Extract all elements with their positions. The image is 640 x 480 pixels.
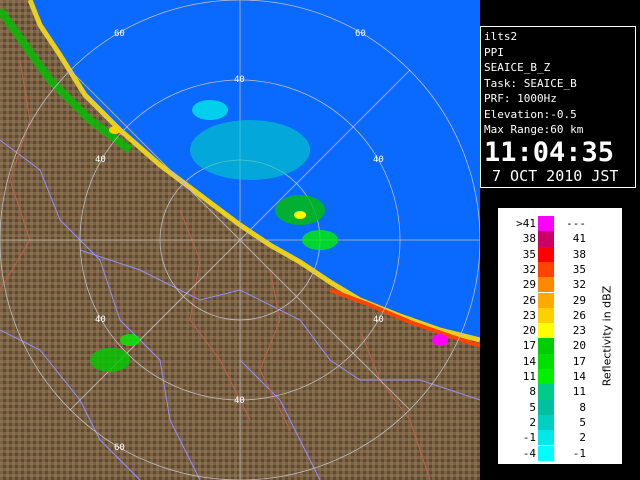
legend-row: 38 41	[498, 231, 622, 247]
legend-color-swatch	[538, 231, 554, 247]
legend-low-value: -1	[522, 431, 536, 445]
legend-high-value: 23	[572, 324, 586, 338]
legend-color-swatch	[538, 216, 554, 232]
legend-low-value: 2	[529, 415, 536, 429]
legend-high-value: 14	[572, 370, 586, 383]
legend-row: 32 35	[498, 261, 622, 278]
legend-high-value: 11	[572, 385, 586, 399]
legend-high-value: 2	[579, 431, 586, 445]
legend-high-value: 35	[572, 262, 586, 276]
legend-low-value: 8	[529, 385, 536, 399]
scan-info-panel: ilts2 PPI SEAICE_B_Z Task: SEAICE_B PRF:…	[480, 26, 636, 188]
legend-color-swatch	[538, 323, 554, 339]
legend-low-value: 35	[522, 247, 536, 261]
legend-low-value: 14	[522, 354, 536, 368]
elevation-value: Elevation:-0.5	[484, 107, 577, 121]
legend-low-value: 38	[522, 232, 536, 246]
legend-color-swatch	[538, 246, 554, 262]
scan-time: 11:04:35	[484, 136, 615, 168]
legend-low-value: 20	[522, 324, 536, 338]
legend-color-swatch	[538, 445, 554, 461]
max-range-value: Max Range:60 km	[484, 123, 584, 136]
legend-high-value: 5	[579, 415, 586, 429]
legend-row: -1 2	[498, 430, 622, 446]
legend-color-swatch	[538, 277, 554, 293]
radar-ppi-display: 60 60 40 40 40 40 40 40 60	[0, 0, 480, 480]
legend-unit-label: Reflectivity in dBZ	[600, 285, 614, 387]
legend-color-swatch	[538, 353, 554, 369]
legend-high-value: 8	[579, 400, 586, 414]
legend-row: -4 -1	[498, 445, 622, 461]
range-label-60-sw: 60	[114, 443, 125, 453]
legend-color-swatch	[538, 338, 554, 354]
legend-high-value: ---	[566, 217, 586, 230]
legend-row: 35 38	[498, 246, 622, 262]
legend-low-value: 17	[522, 339, 536, 353]
legend-color-swatch	[538, 384, 554, 400]
legend-row: 58	[498, 399, 622, 415]
scan-mode: PPI	[484, 45, 504, 59]
range-label-40-se: 40	[373, 315, 384, 325]
legend-color-swatch	[538, 414, 554, 431]
range-label-40-n: 40	[234, 75, 245, 85]
legend-low-value: 26	[522, 293, 536, 307]
legend-low-value: -4	[522, 446, 536, 460]
legend-low-value: 11	[522, 370, 536, 383]
range-label-60-ne: 60	[355, 29, 366, 39]
scan-date: 7 OCT 2010 JST	[492, 166, 619, 185]
legend-row: 8 11	[498, 384, 622, 400]
legend-color-swatch	[538, 261, 554, 278]
legend-row: 25	[498, 414, 622, 431]
legend-high-value: 26	[572, 308, 586, 322]
legend-high-value: 38	[572, 247, 586, 261]
range-rings	[0, 0, 480, 480]
legend-row: >41 ---	[498, 216, 622, 232]
prf-value: PRF: 1000Hz	[484, 92, 557, 105]
product-name: SEAICE_B_Z	[484, 61, 551, 74]
legend-high-value: 17	[572, 354, 586, 368]
legend-color-swatch	[538, 399, 554, 415]
range-label-60-nw: 60	[114, 29, 125, 39]
task-name: Task: SEAICE_B	[484, 76, 577, 90]
legend-high-value: -1	[572, 446, 586, 460]
legend-color-swatch	[538, 369, 554, 385]
legend-low-value: >41	[516, 217, 536, 230]
site-name: ilts2	[484, 30, 518, 43]
range-label-40-s: 40	[234, 396, 245, 406]
range-label-40-nw: 40	[95, 155, 106, 165]
legend-high-value: 29	[572, 293, 586, 307]
range-label-40-sw: 40	[95, 315, 106, 325]
legend-color-swatch	[538, 430, 554, 446]
legend-high-value: 20	[572, 339, 586, 353]
range-label-40-ne: 40	[373, 155, 384, 165]
legend-low-value: 32	[522, 262, 536, 276]
legend-low-value: 29	[522, 278, 536, 292]
legend-low-value: 23	[522, 308, 536, 322]
legend-high-value: 41	[572, 232, 586, 246]
legend-low-value: 5	[529, 400, 536, 414]
legend-high-value: 32	[572, 278, 586, 292]
legend-color-swatch	[538, 307, 554, 324]
legend-color-swatch	[538, 292, 554, 308]
